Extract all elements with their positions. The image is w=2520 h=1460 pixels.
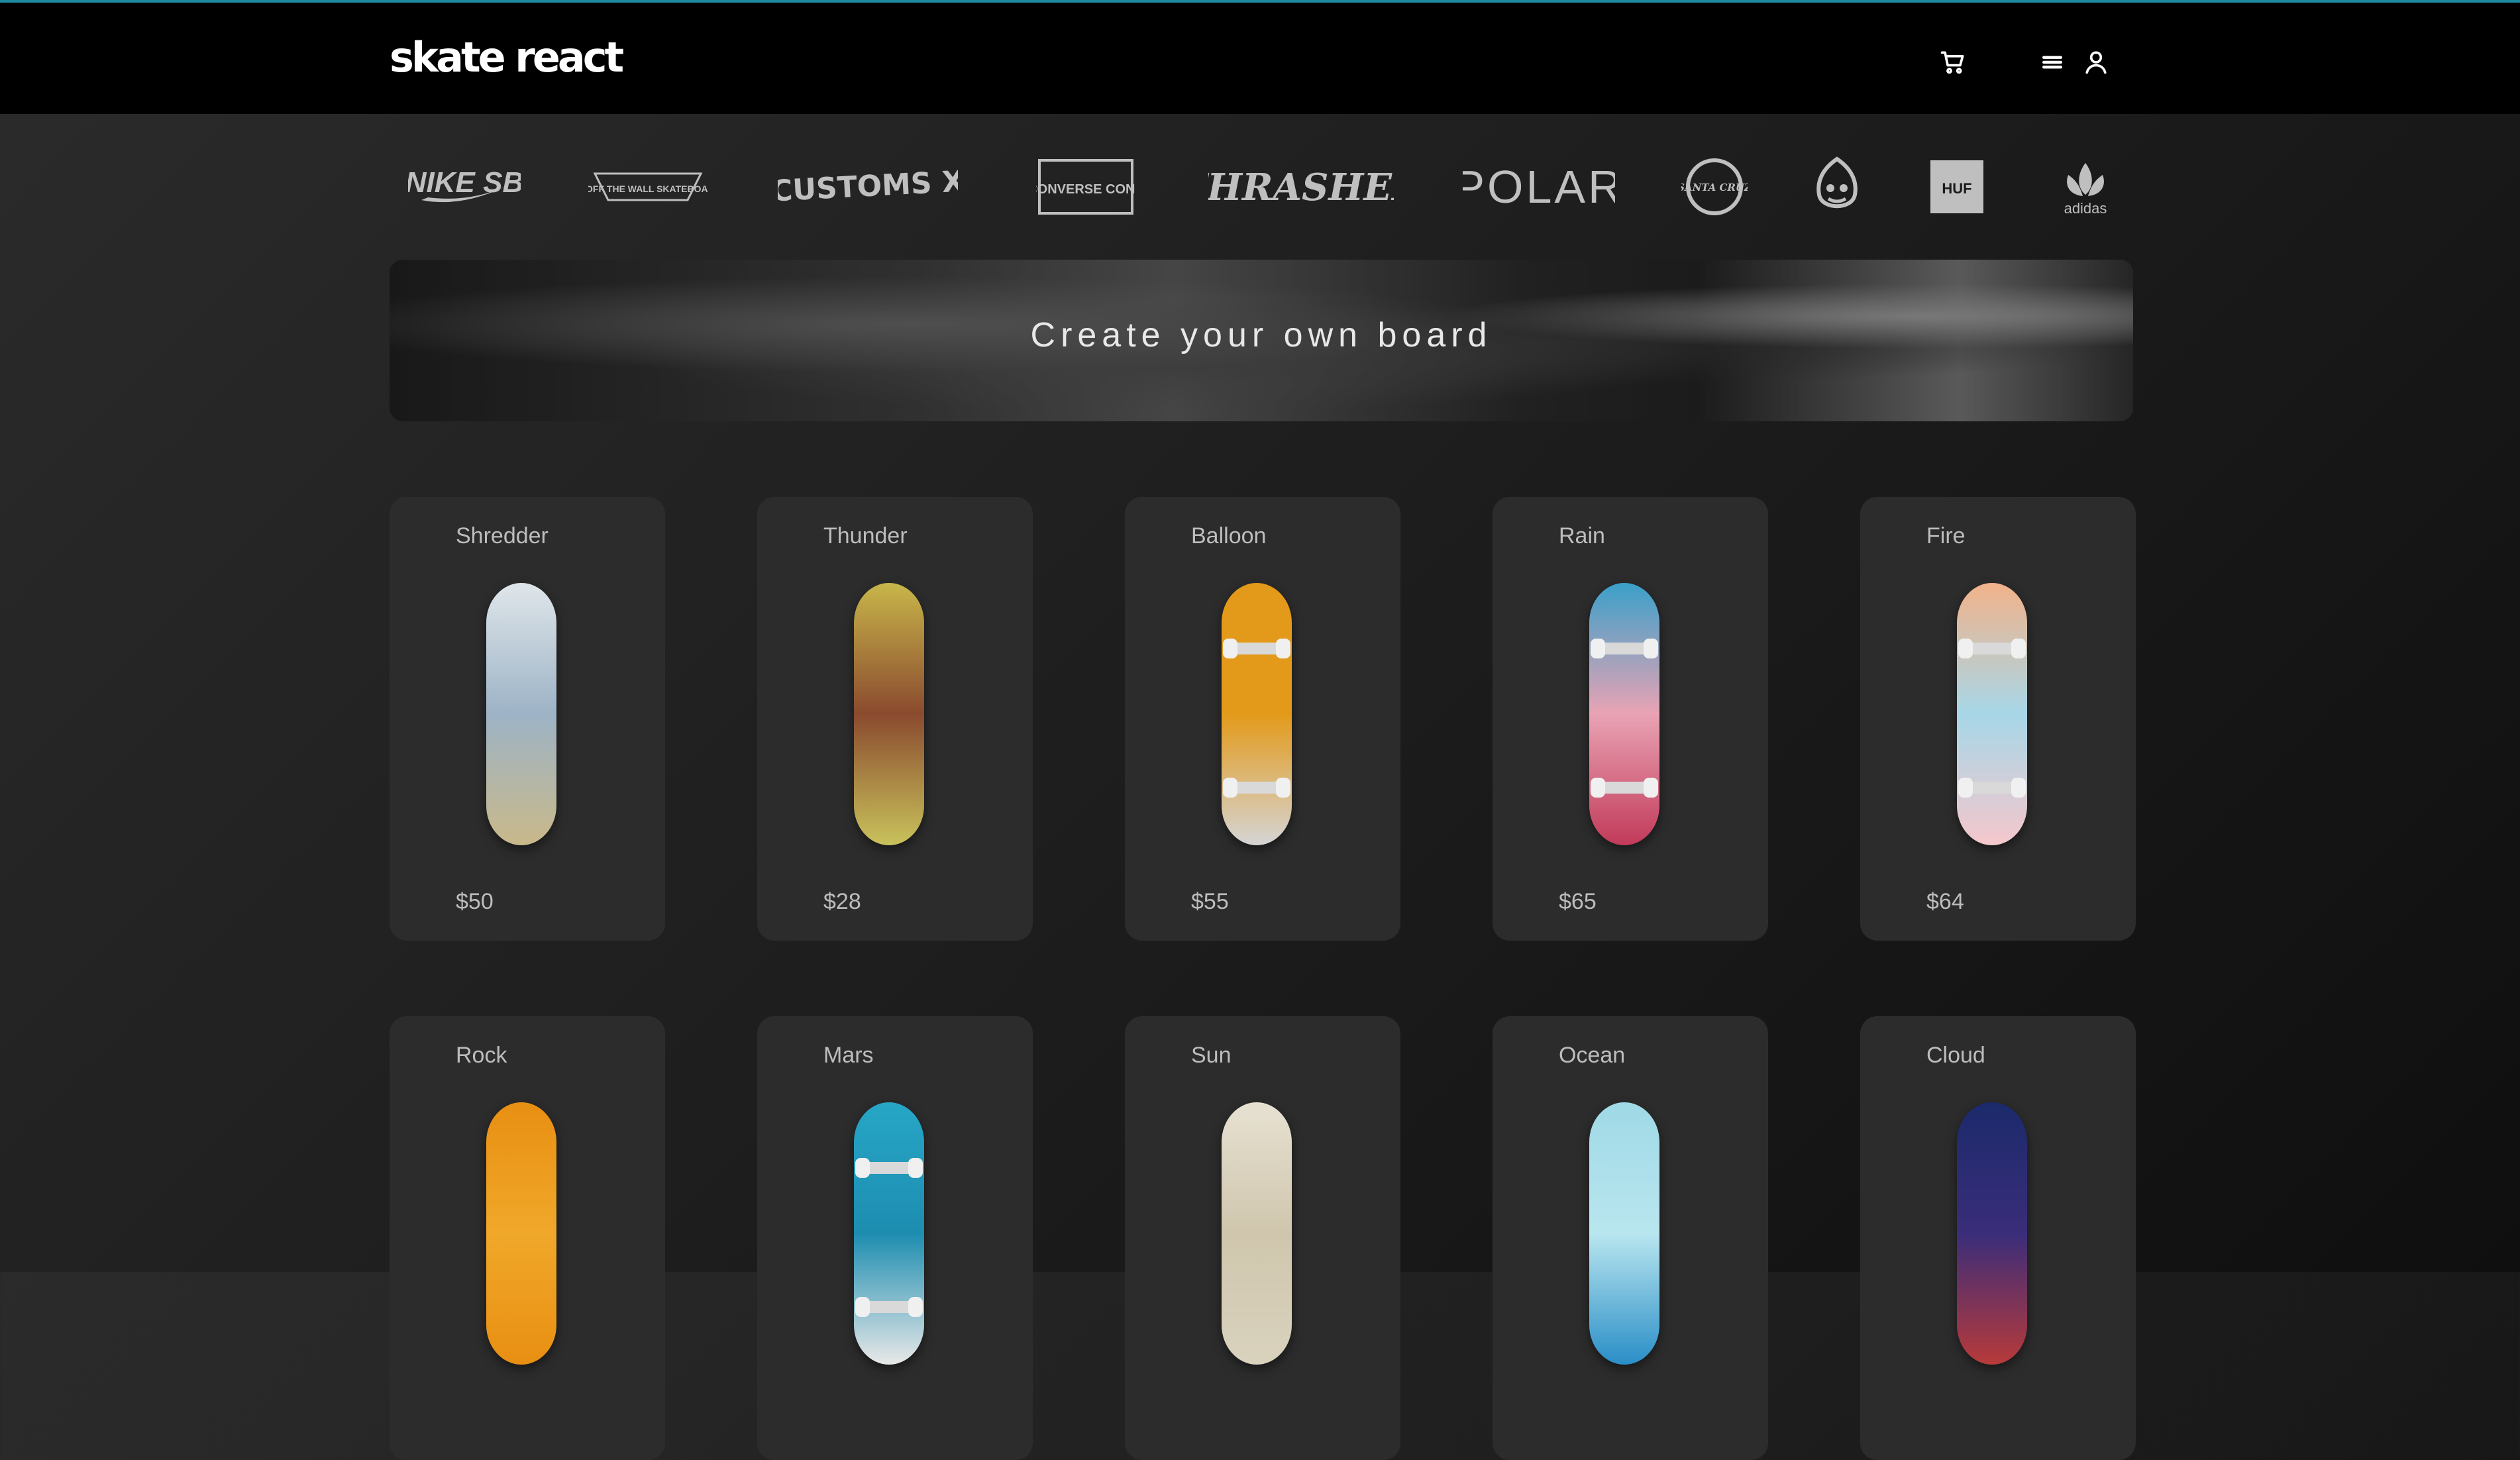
brand-logo-spitfire[interactable]: [1807, 154, 1867, 220]
truck-hardware: [855, 1297, 923, 1317]
cart-icon[interactable]: [1938, 48, 1968, 77]
brand-logo-huf[interactable]: HUF: [1929, 154, 1985, 220]
brand-logo-text: adidas: [2064, 200, 2107, 217]
skateboard-image: [854, 1102, 924, 1365]
menu-icon[interactable]: [2038, 48, 2067, 77]
product-name: Balloon: [1191, 523, 1267, 548]
product-name: Rain: [1559, 523, 1605, 548]
product-card[interactable]: Rain $65: [1493, 497, 1768, 941]
brand-logo-text: VANS OFF THE WALL SKATEBOARDING: [588, 183, 708, 194]
product-card[interactable]: Rock: [390, 1016, 665, 1460]
truck-hardware: [1591, 778, 1658, 798]
product-card[interactable]: Fire $64: [1860, 497, 2136, 941]
brand-logo-adidas[interactable]: adidas: [2052, 154, 2119, 220]
truck-hardware: [1223, 778, 1290, 798]
truck-hardware: [855, 1158, 923, 1178]
brand-logo-nike-sb[interactable]: NIKE SB: [408, 154, 521, 220]
create-board-banner[interactable]: Create your own board: [390, 260, 2133, 421]
product-price: $64: [1926, 889, 1964, 914]
product-price: $55: [1191, 889, 1229, 914]
product-card[interactable]: Thunder $28: [757, 497, 1033, 941]
product-name: Shredder: [456, 523, 549, 548]
brand-logo-text: NIKE SB: [408, 166, 521, 199]
brand-logo-text: CONVERSE CONS: [1036, 182, 1135, 197]
product-name: Ocean: [1559, 1043, 1626, 1068]
product-card[interactable]: Ocean: [1493, 1016, 1768, 1460]
product-price: $28: [823, 889, 861, 914]
brand-logo-thrasher[interactable]: THRASHER: [1208, 154, 1394, 220]
skateboard-image: [1222, 1102, 1292, 1365]
product-card[interactable]: Mars: [757, 1016, 1033, 1460]
product-card[interactable]: Sun: [1125, 1016, 1400, 1460]
product-card[interactable]: Cloud: [1860, 1016, 2136, 1460]
product-name: Thunder: [823, 523, 908, 548]
truck-hardware: [1223, 639, 1290, 658]
brand-logo-text: [CUSTOMS X]: [778, 164, 958, 209]
skateboard-image: [1589, 1102, 1659, 1365]
product-card[interactable]: Shredder $50: [390, 497, 665, 941]
skateboard-image: [486, 583, 556, 845]
navbar: skate react: [0, 3, 2520, 114]
truck-hardware: [1958, 639, 2026, 658]
truck-hardware: [1958, 778, 2026, 798]
product-name: Cloud: [1926, 1043, 1985, 1068]
product-price: $50: [456, 889, 494, 914]
product-name: Mars: [823, 1043, 874, 1068]
brand-logo-santa-cruz[interactable]: SANTA CRUZ: [1681, 154, 1748, 220]
brand-logo-text: THRASHER: [1208, 166, 1394, 209]
product-name: Fire: [1926, 523, 1966, 548]
skateboard-image: [1222, 583, 1292, 845]
brand-logo-customs[interactable]: [CUSTOMS X]: [778, 154, 958, 220]
user-icon[interactable]: [2081, 48, 2111, 77]
site-logo[interactable]: skate react: [390, 33, 624, 81]
skateboard-image: [486, 1102, 556, 1365]
brand-logo-strip: NIKE SB VANS OFF THE WALL SKATEBOARDING …: [390, 154, 2133, 220]
brand-logo-text: SANTA CRUZ: [1681, 182, 1748, 193]
product-name: Sun: [1191, 1043, 1232, 1068]
brand-logo-vans[interactable]: VANS OFF THE WALL SKATEBOARDING: [588, 154, 708, 220]
product-name: Rock: [456, 1043, 507, 1068]
truck-hardware: [1591, 639, 1658, 658]
skateboard-image: [854, 583, 924, 845]
skateboard-image: [1957, 1102, 2027, 1365]
skateboard-image: [1957, 583, 2027, 845]
skateboard-image: [1589, 583, 1659, 845]
brand-logo-polar[interactable]: POLAR: [1463, 154, 1615, 220]
product-card[interactable]: Balloon $55: [1125, 497, 1400, 941]
brand-logo-text: HUF: [1942, 180, 1971, 197]
product-price: $65: [1559, 889, 1597, 914]
brand-logo-converse[interactable]: CONVERSE CONS: [1036, 154, 1135, 220]
banner-title: Create your own board: [1030, 316, 1493, 354]
brand-logo-text: POLAR: [1463, 161, 1615, 213]
